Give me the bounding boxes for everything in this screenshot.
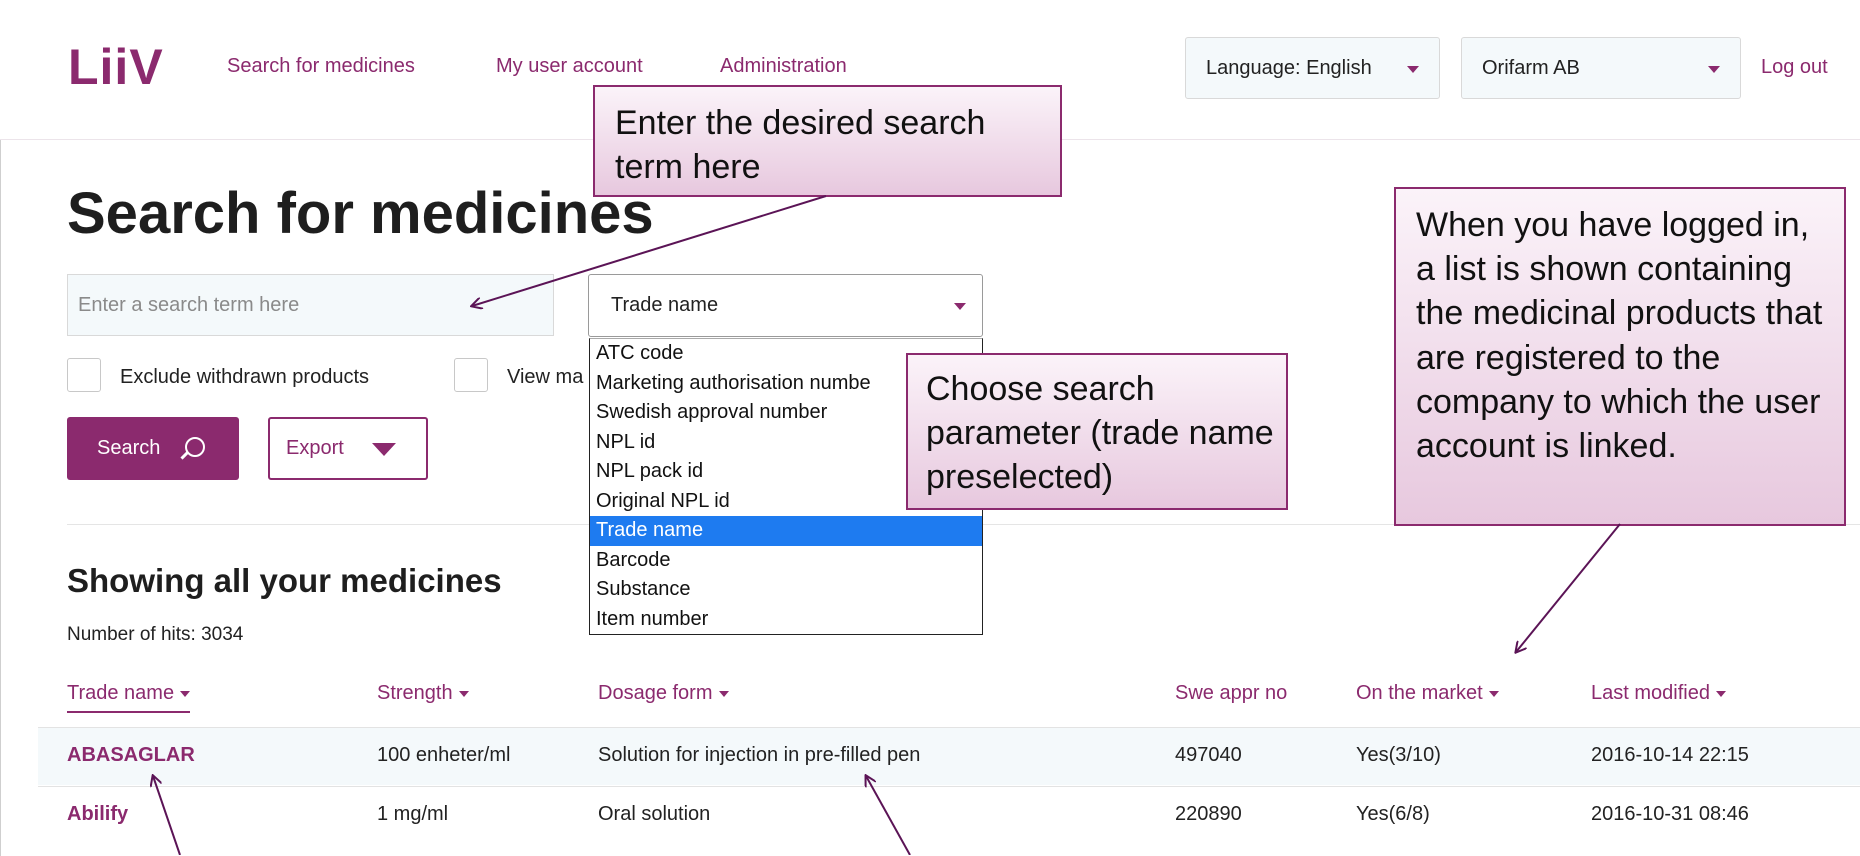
callout-search-parameter: Choose search parameter (trade name pres…: [906, 353, 1288, 510]
view-label: View ma: [507, 366, 584, 388]
last-modified-cell: 2016-10-14 22:15: [1591, 744, 1749, 766]
column-header-trade-name[interactable]: Trade name: [67, 682, 191, 713]
column-header-strength[interactable]: Strength: [377, 682, 469, 705]
company-select[interactable]: Orifarm AB: [1461, 37, 1741, 99]
chevron-down-icon: [1407, 66, 1419, 73]
liiv-logo[interactable]: LiiV: [68, 38, 164, 96]
strength-cell: 1 mg/ml: [377, 803, 449, 825]
table-row[interactable]: Abilify 1 mg/ml Oral solution 220890 Yes…: [38, 786, 1860, 844]
view-checkbox[interactable]: [454, 358, 488, 392]
column-header-label: Strength: [377, 682, 453, 704]
language-select-value: Language: English: [1206, 57, 1372, 79]
trade-name-link[interactable]: ABASAGLAR: [67, 744, 195, 767]
column-header-label: Dosage form: [598, 682, 713, 704]
column-header-on-the-market[interactable]: On the market: [1356, 682, 1499, 705]
dosage-form-cell: Oral solution: [598, 803, 711, 825]
swe-appr-no-cell: 220890: [1175, 803, 1242, 825]
search-parameter-select[interactable]: Trade name: [588, 274, 983, 337]
sort-down-icon: [718, 690, 729, 697]
export-button-label: Export: [286, 437, 344, 459]
table-row[interactable]: ABASAGLAR 100 enheter/ml Solution for in…: [38, 727, 1860, 785]
callout-search-term: Enter the desired search term here: [593, 85, 1062, 197]
column-header-last-modified[interactable]: Last modified: [1591, 682, 1726, 705]
language-select[interactable]: Language: English: [1185, 37, 1440, 99]
sort-down-icon: [1715, 690, 1726, 697]
last-modified-cell: 2016-10-31 08:46: [1591, 803, 1749, 825]
hit-count: Number of hits: 3034: [67, 624, 244, 645]
column-header-label: On the market: [1356, 682, 1483, 704]
trade-name-link[interactable]: Abilify: [67, 803, 128, 826]
nav-my-user-account[interactable]: My user account: [496, 55, 643, 78]
sort-down-icon: [1488, 690, 1499, 697]
dosage-form-cell: Solution for injection in pre-filled pen: [598, 744, 921, 766]
search-input[interactable]: [67, 274, 554, 336]
company-select-value: Orifarm AB: [1482, 57, 1580, 79]
search-icon: [185, 437, 205, 457]
sort-down-icon: [180, 690, 191, 697]
search-parameter-value: Trade name: [611, 294, 719, 316]
strength-cell: 100 enheter/ml: [377, 744, 511, 766]
chevron-down-icon: [1708, 66, 1720, 73]
exclude-withdrawn-label: Exclude withdrawn products: [120, 366, 370, 388]
option-item-number[interactable]: Item number: [590, 605, 982, 635]
option-barcode[interactable]: Barcode: [590, 546, 982, 576]
swe-appr-no-cell: 497040: [1175, 744, 1242, 766]
caret-down-icon: [372, 443, 396, 456]
column-header-label: Trade name: [67, 682, 175, 704]
logout-link[interactable]: Log out: [1761, 56, 1828, 79]
option-substance[interactable]: Substance: [590, 575, 982, 605]
option-trade-name[interactable]: Trade name: [590, 516, 982, 546]
column-header-swe-appr-no[interactable]: Swe appr no: [1175, 682, 1287, 705]
search-button[interactable]: Search: [67, 417, 239, 480]
column-header-label: Swe appr no: [1175, 682, 1288, 704]
results-title: Showing all your medicines: [67, 562, 502, 599]
exclude-withdrawn-checkbox[interactable]: [67, 358, 101, 392]
column-header-label: Last modified: [1591, 682, 1710, 704]
on-the-market-cell: Yes(3/10): [1356, 744, 1441, 766]
page-title: Search for medicines: [67, 181, 654, 246]
nav-administration[interactable]: Administration: [720, 55, 847, 78]
nav-search-for-medicines[interactable]: Search for medicines: [227, 55, 415, 78]
search-button-label: Search: [97, 437, 161, 459]
callout-list-info: When you have logged in, a list is shown…: [1394, 187, 1846, 526]
on-the-market-cell: Yes(6/8): [1356, 803, 1430, 825]
sort-down-icon: [458, 690, 469, 697]
column-header-dosage-form[interactable]: Dosage form: [598, 682, 729, 705]
export-button[interactable]: Export: [268, 417, 428, 480]
chevron-down-icon: [954, 303, 966, 310]
